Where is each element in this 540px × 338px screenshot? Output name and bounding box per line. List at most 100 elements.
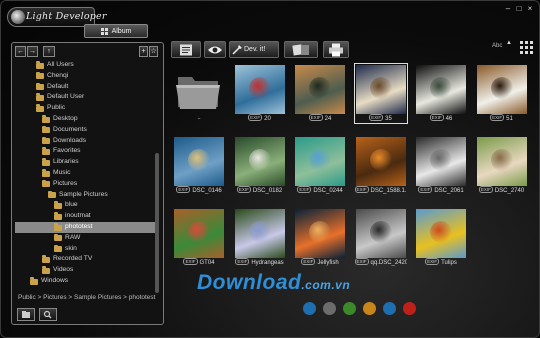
search-icon[interactable]: [39, 308, 57, 321]
tree-item-label: Public: [47, 104, 66, 112]
tree-item[interactable]: blue: [15, 200, 158, 211]
folder-icon: [54, 244, 62, 253]
sort-label[interactable]: Abc: [492, 43, 502, 49]
thumbnail-caption: EXIF Hydrangeas: [234, 258, 286, 267]
folder-icon: [174, 65, 224, 114]
tree-item[interactable]: Documents: [15, 125, 158, 136]
minimize-icon[interactable]: –: [504, 5, 512, 13]
thumbnail-caption: EXIF qq.DSC_2420: [354, 258, 407, 267]
panel-bottom-buttons: [17, 308, 57, 321]
tree-item[interactable]: Recorded TV: [15, 254, 158, 265]
parent-folder-thumbnail[interactable]: ..: [173, 64, 225, 123]
tab-album[interactable]: Album: [84, 24, 148, 38]
breadcrumb: Public > Pictures > Sample Pictures > ph…: [18, 294, 156, 301]
photo-thumbnail[interactable]: EXIF qq.DSC_2420: [354, 208, 407, 267]
tree-item[interactable]: Music: [15, 168, 158, 179]
folder-icon: [42, 115, 50, 123]
grid-view-icon[interactable]: [520, 41, 533, 54]
tree-item[interactable]: skin: [15, 244, 158, 255]
tree-item[interactable]: All Users: [15, 60, 158, 71]
thumbnail-caption-text: 24: [324, 116, 332, 122]
view-eye-button[interactable]: [204, 41, 226, 58]
folder-icon: [42, 255, 50, 263]
photo-thumbnail[interactable]: EXIF DSC_0182: [234, 136, 286, 195]
tree-scrollbar[interactable]: [154, 63, 160, 319]
photo-image: [416, 209, 466, 258]
tree-item-label: Chenqi: [47, 71, 69, 79]
photo-thumbnail[interactable]: EXIF 35: [353, 63, 408, 124]
watermark: Download.com.vn: [197, 271, 350, 295]
thumbnail-caption-text: 46: [445, 116, 453, 122]
tree-item[interactable]: Libraries: [15, 157, 158, 168]
color-dot: [343, 302, 356, 315]
photo-thumbnail[interactable]: EXIF Jellyfish: [294, 208, 346, 267]
thumbnail-caption-text: DSC_2061: [434, 188, 464, 194]
photo-image: [476, 137, 527, 186]
exif-badge: EXIF: [248, 114, 263, 121]
batch-button[interactable]: [284, 41, 318, 58]
tree-item[interactable]: Videos: [15, 265, 158, 276]
photo-thumbnail[interactable]: EXIF DSC_0244: [294, 136, 346, 195]
thumbnail-caption-text: DSC_2740: [494, 188, 525, 194]
folder-icon: [42, 147, 50, 155]
thumbnail-caption-text: qq.DSC_2420: [370, 260, 407, 266]
tree-item-label: All Users: [47, 61, 74, 68]
photo-thumbnail[interactable]: EXIF 51: [476, 64, 528, 123]
tree-item[interactable]: Pictures: [15, 179, 158, 190]
thumbnail-caption: EXIF 20: [234, 114, 286, 123]
photo-thumbnail[interactable]: EXIF DSC_2061: [415, 136, 467, 195]
tree-item[interactable]: Public: [15, 103, 158, 114]
tree-item[interactable]: inoutmat: [15, 211, 158, 222]
exif-badge: EXIF: [183, 258, 198, 265]
tree-item-label: Default User: [47, 93, 85, 101]
folder-icon: [36, 61, 44, 69]
thumbnail-caption: EXIF DSC_0146: [173, 186, 225, 195]
back-icon[interactable]: ←: [15, 46, 26, 57]
tree-item[interactable]: Default User: [15, 92, 158, 103]
thumbnail-caption-text: DSC_0182: [252, 188, 283, 194]
forward-icon[interactable]: →: [27, 46, 38, 57]
folder-icon: [36, 93, 44, 101]
photo-thumbnail[interactable]: EXIF 46: [415, 64, 467, 123]
tree-item[interactable]: Favorites: [15, 146, 158, 157]
folder-icon: [42, 179, 50, 188]
photo-thumbnail[interactable]: EXIF DSC_1588.1...: [354, 136, 407, 195]
tree-item[interactable]: Desktop: [15, 114, 158, 125]
photo-thumbnail[interactable]: EXIF DSC_0146: [173, 136, 225, 195]
photo-thumbnail[interactable]: EXIF Tulips: [415, 208, 467, 267]
thumbnail-caption-text: Tulips: [441, 260, 457, 266]
up-folder-icon[interactable]: ↑: [43, 46, 55, 57]
photo-thumbnail[interactable]: EXIF 20: [234, 64, 286, 123]
tree-item[interactable]: RAW: [15, 233, 158, 244]
thumbnail-caption: EXIF DSC_2740: [476, 186, 528, 195]
new-folder-icon[interactable]: +: [139, 46, 148, 57]
tree-item[interactable]: Downloads: [15, 136, 158, 147]
develop-button[interactable]: Dev. it!: [229, 41, 279, 58]
tree-item-label: inoutmat: [65, 212, 91, 220]
photo-thumbnail[interactable]: EXIF DSC_2740: [476, 136, 528, 195]
folder-icon: [36, 71, 44, 80]
photo-image: [234, 65, 285, 114]
exif-badge: EXIF: [490, 114, 505, 121]
folder-icon: [42, 169, 50, 177]
print-button[interactable]: [323, 41, 349, 58]
photo-thumbnail[interactable]: EXIF GT04: [173, 208, 225, 267]
close-icon[interactable]: ×: [526, 5, 534, 13]
tree-item-label: Downloads: [53, 136, 87, 144]
tree-item[interactable]: phototest: [15, 222, 158, 233]
tree-item[interactable]: Chenqi: [15, 71, 158, 82]
tree-item[interactable]: Windows: [15, 276, 158, 287]
photo-thumbnail[interactable]: EXIF 24: [294, 64, 346, 123]
info-list-button[interactable]: [171, 41, 201, 58]
folder-view-icon[interactable]: [17, 308, 35, 321]
tree-item-label: Sample Pictures: [59, 190, 108, 198]
tree-item[interactable]: Default: [15, 82, 158, 93]
watermark-main: Download: [197, 271, 302, 294]
sort-up-icon[interactable]: ▲: [506, 40, 512, 46]
tab-album-label: Album: [111, 27, 132, 35]
tree-item[interactable]: Sample Pictures: [15, 190, 158, 201]
maximize-icon[interactable]: □: [515, 5, 523, 13]
photo-thumbnail[interactable]: EXIF Hydrangeas: [234, 208, 286, 267]
watermark-suffix: .com.vn: [301, 278, 351, 292]
favorite-star-icon[interactable]: ☆: [149, 46, 158, 57]
